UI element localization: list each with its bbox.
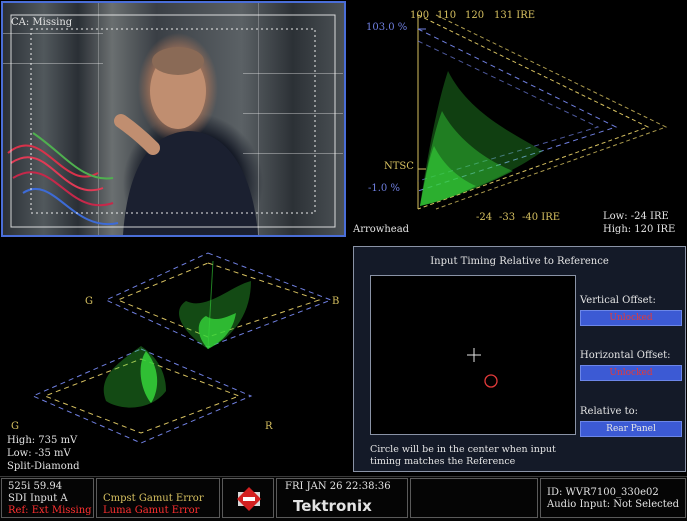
reference-status: Ref: Ext Missing [8,505,92,516]
instrument-id: ID: WVR7100_330e02 [547,487,659,498]
arrowhead-high-readout: High: 120 IRE [603,224,676,235]
split-diamond-tile[interactable]: G B G R High: 735 mV Low: -35 mV Split-D… [1,241,346,474]
diamond-title: Split-Diamond [7,461,80,472]
timing-plot-marks [467,348,498,388]
arrowhead-tile[interactable]: 100 110 120 131 IRE 103.0 % NTSC -1.0 % … [348,1,687,237]
diamond-high-readout: High: 735 mV [7,435,78,446]
alarm-box [222,478,274,518]
video-overlay [7,14,336,235]
ire-label-minus33: -33 [499,212,516,223]
arrowhead-title: Arrowhead [353,224,410,235]
timing-title: Input Timing Relative to Reference [430,256,609,267]
relative-to-label: Relative to: [580,406,638,417]
arrowhead-graticule [417,14,668,210]
error-status-box: Cmpst Gamut Error Luma Gamut Error [96,478,220,518]
diamond-label-g-bottom: G [11,421,19,432]
vertical-offset-value: Unlocked [580,310,682,326]
audio-input-status: Audio Input: Not Selected [547,499,680,510]
brand-logo: Tektronix [293,497,372,515]
diamond-label-b: B [332,296,340,307]
clock-box: FRI JAN 26 22:38:36 Tektronix [276,478,408,518]
arrowhead-low-readout: Low: -24 IRE [603,211,669,222]
date-time: FRI JAN 26 22:38:36 [285,481,391,492]
vertical-offset-label: Vertical Offset: [580,295,656,306]
closed-caption-status: CA: Missing [11,17,73,28]
composite-gamut-error: Cmpst Gamut Error [103,493,204,504]
status-bar: 525i 59.94 SDI Input A Ref: Ext Missing … [0,476,687,521]
alarm-icon [237,487,261,511]
ire-label-110: 110 [437,10,457,21]
ire-label-120: 120 [465,10,485,21]
timing-tile[interactable]: Input Timing Relative to Reference Verti… [353,246,686,472]
luma-gamut-error: Luma Gamut Error [103,505,200,516]
ire-label-minus24: -24 [476,212,493,223]
diamond-low-readout: Low: -35 mV [7,448,71,459]
ire-label-131: 131 IRE [494,10,536,21]
video-tile[interactable]: CA: Missing [1,1,346,237]
input-status-box: 525i 59.94 SDI Input A Ref: Ext Missing [1,478,94,518]
input-name: SDI Input A [8,493,68,504]
ire-label-minus40: -40 IRE [522,212,561,223]
ntsc-label: NTSC [384,161,414,172]
horizontal-offset-value: Unlocked [580,365,682,381]
instrument-info-box: ID: WVR7100_330e02 Audio Input: Not Sele… [540,478,686,518]
percent-top-label: 103.0 % [366,22,408,33]
timing-note-line2: timing matches the Reference [370,456,516,467]
empty-status-box [410,478,538,518]
ire-label-100: 100 [410,10,430,21]
percent-bottom-label: -1.0 % [368,183,400,194]
relative-to-selector[interactable]: Rear Panel [580,421,682,437]
horizontal-offset-label: Horizontal Offset: [580,350,671,361]
diamond-label-g-top: G [85,296,93,307]
timing-plot [370,275,576,435]
video-format: 525i 59.94 [8,481,63,492]
diamond-label-r: R [265,421,273,432]
timing-note-line1: Circle will be in the center when input [370,444,556,455]
